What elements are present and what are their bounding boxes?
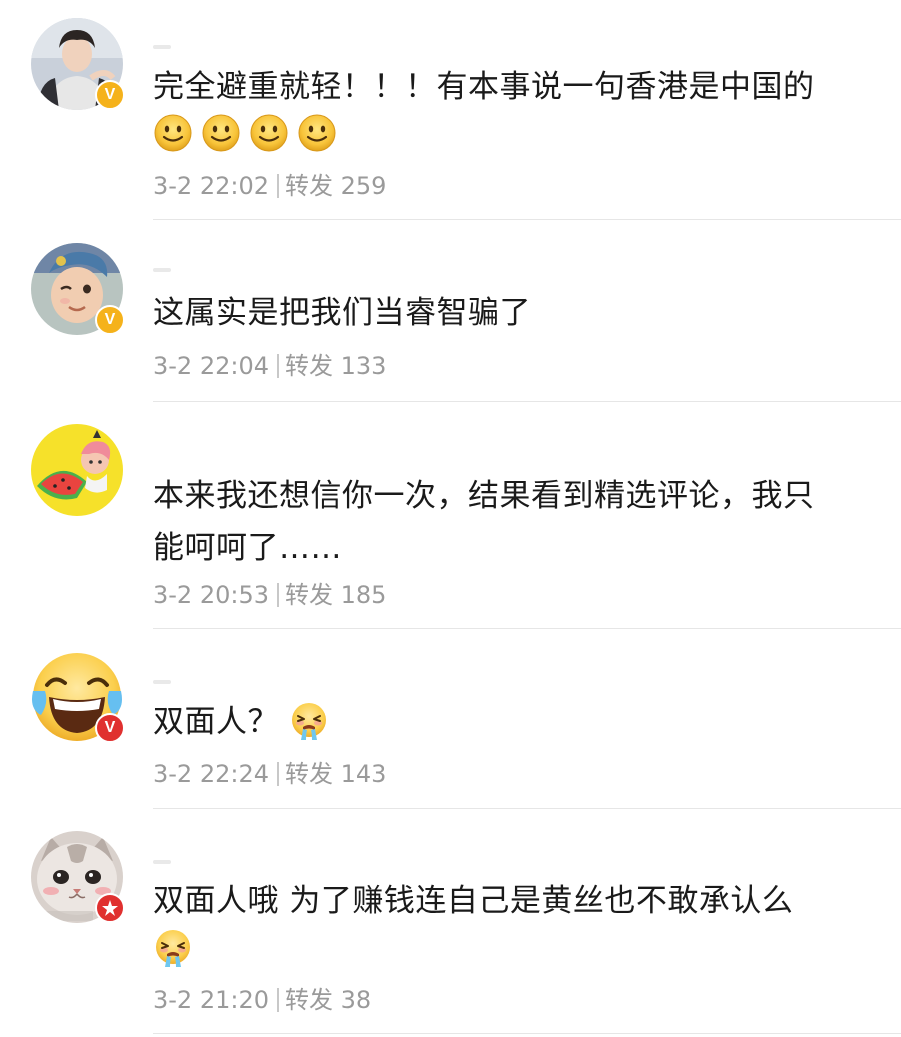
comment-time: 3-2 21:20 xyxy=(153,986,269,1014)
comment-text-line: 能呵呵了…… xyxy=(153,530,342,566)
comment-text: 双面人？ xyxy=(153,696,873,748)
comment-time: 3-2 20:53 xyxy=(153,581,269,609)
repost-link[interactable]: 转发 38 xyxy=(285,986,371,1014)
meta-separator xyxy=(277,762,279,786)
username-placeholder xyxy=(153,268,171,272)
comment-text: 双面人哦 为了赚钱连自己是黄丝也不敢承认么 xyxy=(153,883,794,919)
comment-text-line: 本来我还想信你一次，结果看到精选评论，我只 xyxy=(153,478,815,514)
meta-separator xyxy=(277,174,279,198)
comment-text-content: 双面人？ xyxy=(153,704,279,740)
comment-divider xyxy=(153,219,901,220)
comment-divider xyxy=(153,1033,901,1034)
repost-link[interactable]: 转发 143 xyxy=(285,760,386,788)
comment-meta: 3-2 21:20 转发 38 xyxy=(153,985,371,1015)
verified-badge: V xyxy=(95,80,125,110)
crying-emoji-icon xyxy=(289,701,329,741)
comment-meta: 3-2 22:24 转发 143 xyxy=(153,759,386,789)
user-avatar[interactable]: V xyxy=(31,243,125,335)
smile-emoji-icon xyxy=(249,113,289,153)
repost-label: 转发 xyxy=(285,172,333,200)
repost-label: 转发 xyxy=(285,352,333,380)
meta-separator xyxy=(277,354,279,378)
repost-count: 143 xyxy=(340,760,387,788)
repost-count: 259 xyxy=(340,172,387,200)
comment-meta: 3-2 20:53 转发 185 xyxy=(153,580,386,610)
smile-emoji-icon xyxy=(297,113,337,153)
emoji-row xyxy=(153,113,345,159)
smile-emoji-icon xyxy=(201,113,241,153)
username-placeholder xyxy=(153,680,171,684)
crying-emoji-icon xyxy=(153,928,193,968)
repost-label: 转发 xyxy=(285,581,333,609)
user-avatar[interactable] xyxy=(31,424,123,516)
username-placeholder xyxy=(153,860,171,864)
comment-time: 3-2 22:04 xyxy=(153,352,269,380)
emoji-row xyxy=(153,928,201,974)
comment-text: 这属实是把我们当睿智骗了 xyxy=(153,295,531,331)
repost-label: 转发 xyxy=(285,986,333,1014)
comment-text: 本来我还想信你一次，结果看到精选评论，我只 能呵呵了…… xyxy=(153,470,873,574)
meta-separator xyxy=(277,988,279,1012)
repost-link[interactable]: 转发 185 xyxy=(285,581,386,609)
repost-count: 38 xyxy=(340,986,372,1014)
username-placeholder xyxy=(153,45,171,49)
comment-time: 3-2 22:24 xyxy=(153,760,269,788)
comment-time: 3-2 22:02 xyxy=(153,172,269,200)
comment-divider xyxy=(153,808,901,809)
repost-link[interactable]: 转发 133 xyxy=(285,352,386,380)
user-avatar[interactable]: V xyxy=(31,18,125,110)
comment-divider xyxy=(153,401,901,402)
comment-meta: 3-2 22:02 转发 259 xyxy=(153,171,386,201)
repost-label: 转发 xyxy=(285,760,333,788)
smile-emoji-icon xyxy=(153,113,193,153)
user-avatar[interactable] xyxy=(31,831,125,923)
repost-link[interactable]: 转发 259 xyxy=(285,172,386,200)
repost-count: 185 xyxy=(340,581,387,609)
verified-badge xyxy=(95,893,125,923)
verified-badge: V xyxy=(95,713,125,743)
user-avatar[interactable]: V xyxy=(31,651,125,743)
star-icon xyxy=(102,900,118,916)
avatar-photo xyxy=(31,424,123,516)
comment-meta: 3-2 22:04 转发 133 xyxy=(153,351,386,381)
comment-text: 完全避重就轻！！！有本事说一句香港是中国的 xyxy=(153,69,815,105)
verified-badge: V xyxy=(95,305,125,335)
meta-separator xyxy=(277,583,279,607)
comment-divider xyxy=(153,628,901,629)
repost-count: 133 xyxy=(340,352,387,380)
